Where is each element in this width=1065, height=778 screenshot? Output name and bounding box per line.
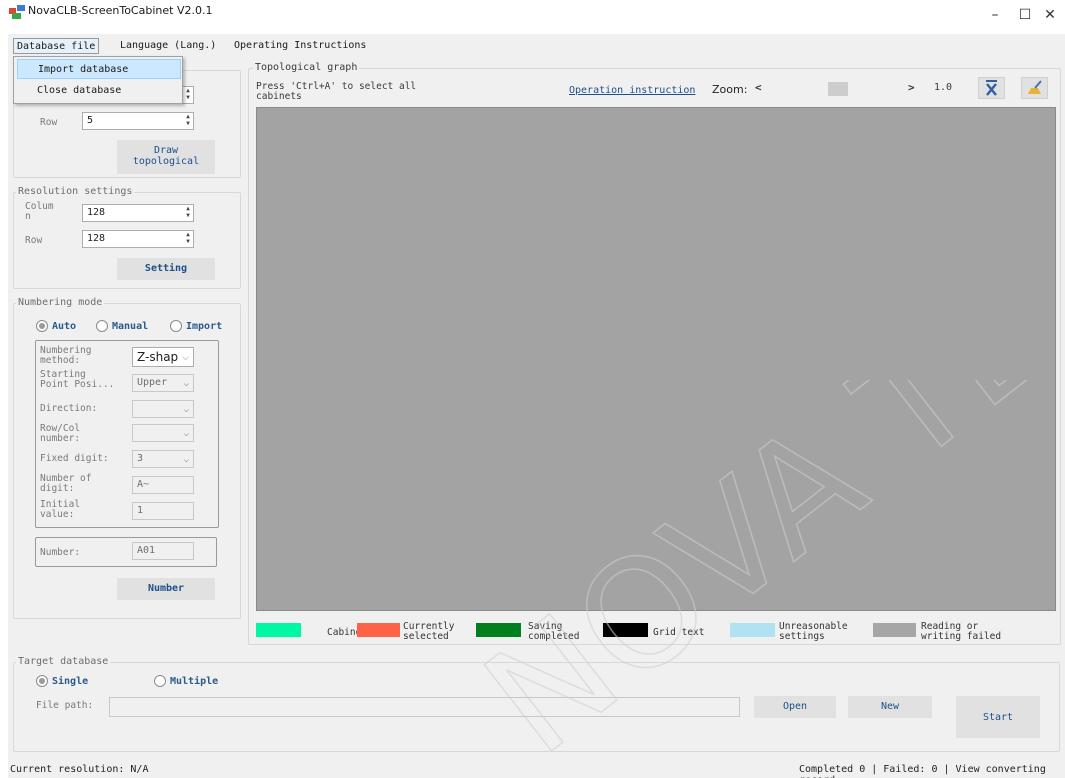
legend-swatch xyxy=(873,623,916,637)
radio-single[interactable] xyxy=(36,675,48,687)
radio-manual-label[interactable]: Manual xyxy=(112,321,148,332)
maximize-button[interactable]: ☐ xyxy=(1016,6,1034,24)
chevron-down-icon: ⌵ xyxy=(182,353,189,363)
radio-single-label[interactable]: Single xyxy=(52,676,88,687)
direction-select[interactable]: ⌵ xyxy=(132,400,194,418)
numbering-method-select[interactable]: Z-shap ⌵ xyxy=(132,347,194,367)
row-col-number-label: Row/Col number: xyxy=(40,423,81,444)
radio-import[interactable] xyxy=(170,320,182,332)
legend-label: Grid text xyxy=(653,627,705,638)
chevron-down-icon: ⌵ xyxy=(183,429,189,439)
menu-close-database[interactable]: Close database xyxy=(17,81,181,101)
file-path-input[interactable] xyxy=(109,697,740,717)
minimize-button[interactable]: – xyxy=(986,6,1004,24)
window-title: NovaCLB-ScreenToCabinet V2.0.1 xyxy=(28,4,213,17)
number-of-digit-label: Number of digit: xyxy=(40,473,92,494)
database-file-dropdown: Import database Close database xyxy=(13,56,183,104)
zoom-slider-track[interactable] xyxy=(757,82,887,96)
menu-operating-instructions[interactable]: Operating Instructions xyxy=(231,38,369,54)
select-all-hint: Press 'Ctrl+A' to select all cabinets xyxy=(256,81,417,102)
spin-arrows-icon[interactable]: ▲ ▼ xyxy=(183,113,193,129)
menu-import-database[interactable]: Import database xyxy=(17,59,181,79)
radio-auto[interactable] xyxy=(36,320,48,332)
radio-import-label[interactable]: Import xyxy=(186,321,222,332)
topological-graph-title: Topological graph xyxy=(253,62,360,74)
target-database-title: Target database xyxy=(16,656,111,668)
chevron-down-icon: ⌵ xyxy=(183,455,189,465)
resolution-row-label: Row xyxy=(25,235,43,246)
draw-topological-button[interactable]: Draw topological xyxy=(117,140,215,174)
spin-arrows-icon[interactable]: ▲ ▼ xyxy=(183,87,193,103)
legend-label: Reading or writing failed xyxy=(921,621,1002,642)
legend-swatch xyxy=(730,623,775,637)
spin-arrows-icon[interactable]: ▲ ▼ xyxy=(183,205,193,221)
number-preview-label: Number: xyxy=(40,547,81,558)
radio-multiple[interactable] xyxy=(154,675,166,687)
initial-value-label: Initial value: xyxy=(40,499,81,520)
number-of-digit-input[interactable]: A~ xyxy=(132,476,194,494)
number-preview-value: A01 xyxy=(132,542,194,560)
fixed-digit-label: Fixed digit: xyxy=(40,453,109,464)
menu-database-file[interactable]: Database file xyxy=(13,38,100,54)
legend-swatch xyxy=(603,623,648,637)
legend-label: Currently selected xyxy=(403,621,455,642)
clear-selection-button[interactable] xyxy=(978,77,1005,99)
number-button[interactable]: Number xyxy=(117,578,215,600)
new-button[interactable]: New xyxy=(848,696,932,718)
file-path-label: File path: xyxy=(36,700,94,711)
radio-manual[interactable] xyxy=(96,320,108,332)
zoom-value: 1.0 xyxy=(934,82,953,93)
resolution-row-input[interactable]: 128 ▲ ▼ xyxy=(82,230,194,248)
fixed-digit-select[interactable]: 3 ⌵ xyxy=(132,450,194,468)
numbering-method-label: Numbering method: xyxy=(40,345,92,366)
starting-point-select[interactable]: Upper ⌵ xyxy=(132,374,194,392)
legend-label: Saving completed xyxy=(528,621,580,642)
menu-language[interactable]: Language (Lang.) xyxy=(117,38,219,54)
row-col-number-select[interactable]: ⌵ xyxy=(132,424,194,442)
broom-icon xyxy=(1028,80,1042,94)
row-count-input[interactable]: 5 ▲ ▼ xyxy=(82,112,194,130)
spin-arrows-icon[interactable]: ▲ ▼ xyxy=(183,231,193,247)
app-icon xyxy=(9,5,25,19)
column-label: Colum n xyxy=(25,201,54,222)
open-button[interactable]: Open xyxy=(754,696,836,718)
legend-label: Unreasonable settings xyxy=(779,621,848,642)
zoom-slider-thumb[interactable] xyxy=(828,82,849,96)
current-resolution-status: Current resolution: N/A xyxy=(10,764,149,775)
zoom-label: Zoom: xyxy=(712,83,748,96)
row-label: Row xyxy=(40,117,58,128)
x-bar-icon xyxy=(986,80,997,96)
topology-canvas[interactable] xyxy=(256,107,1056,611)
radio-auto-label[interactable]: Auto xyxy=(52,321,76,332)
zoom-increase-button[interactable]: > xyxy=(908,81,915,94)
legend-swatch xyxy=(357,623,400,637)
chevron-down-icon: ⌵ xyxy=(183,405,189,415)
legend-swatch xyxy=(476,623,521,637)
legend-swatch xyxy=(256,623,301,637)
resolution-settings-title: Resolution settings xyxy=(16,186,135,198)
initial-value-input[interactable]: 1 xyxy=(132,502,194,520)
starting-point-label: Starting Point Posi... xyxy=(40,369,115,390)
conversion-status[interactable]: Completed 0 | Failed: 0 | View convertin… xyxy=(799,764,1065,778)
chevron-down-icon: ⌵ xyxy=(183,379,189,389)
radio-multiple-label[interactable]: Multiple xyxy=(170,676,218,687)
direction-label: Direction: xyxy=(40,403,98,414)
zoom-decrease-button[interactable]: < xyxy=(755,81,762,94)
resolution-column-input[interactable]: 128 ▲ ▼ xyxy=(82,204,194,222)
numbering-mode-title: Numbering mode xyxy=(16,297,105,309)
setting-button[interactable]: Setting xyxy=(117,258,215,280)
start-button[interactable]: Start xyxy=(956,696,1040,738)
clean-canvas-button[interactable] xyxy=(1021,77,1048,99)
close-button[interactable]: ✕ xyxy=(1041,6,1059,24)
operation-instruction-link[interactable]: Operation instruction xyxy=(569,85,695,96)
